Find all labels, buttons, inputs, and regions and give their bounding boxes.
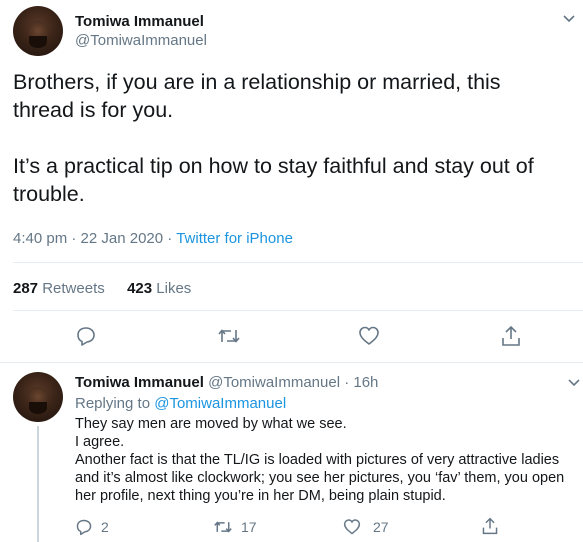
tweet-time[interactable]: 4:40 pm	[13, 230, 67, 247]
author-name[interactable]: Tomiwa Immanuel	[75, 13, 204, 30]
chevron-down-icon[interactable]	[567, 378, 581, 388]
share-icon[interactable]	[481, 516, 499, 536]
reply-action[interactable]: 2	[75, 518, 109, 536]
divider	[13, 262, 583, 263]
retweets-stat[interactable]: 287 Retweets	[13, 280, 109, 297]
like-action[interactable]: 27	[343, 518, 389, 536]
reply-text: They say men are moved by what we see. I…	[75, 415, 580, 505]
reply-icon[interactable]	[75, 325, 97, 347]
reply-icon[interactable]	[75, 518, 93, 536]
reply-text-line: her profile, next thing you’re in her DM…	[75, 488, 446, 504]
meta-separator: ·	[167, 230, 173, 247]
like-count: 27	[373, 519, 389, 535]
reply-author-avatar[interactable]	[13, 372, 63, 422]
thread-line	[37, 426, 39, 542]
tweet-text-line: thread is for you.	[13, 98, 174, 122]
replying-to-handle[interactable]: @TomiwaImmanuel	[154, 395, 286, 412]
chevron-down-icon[interactable]	[562, 14, 576, 24]
retweet-icon[interactable]	[217, 325, 241, 347]
tweet-stats: 287 Retweets 423 Likes	[13, 280, 191, 297]
tweet-text: Brothers, if you are in a relationship o…	[13, 68, 578, 208]
meta-separator: ·	[71, 230, 77, 247]
retweet-action[interactable]: 17	[213, 518, 257, 536]
tweet-text-line: Brothers, if you are in a relationship o…	[13, 70, 501, 94]
author-avatar[interactable]	[13, 6, 63, 56]
reply-count: 2	[101, 519, 109, 535]
replying-to: Replying to @TomiwaImmanuel	[75, 395, 286, 412]
likes-count: 423	[127, 280, 153, 297]
tweet-source[interactable]: Twitter for iPhone	[176, 230, 293, 247]
tweet-text-line: It’s a practical tip on how to stay fait…	[13, 154, 534, 178]
heart-icon[interactable]	[358, 325, 380, 347]
reply-author-name[interactable]: Tomiwa Immanuel	[75, 374, 204, 391]
likes-stat[interactable]: 423 Likes	[127, 280, 191, 297]
tweet-meta: 4:40 pm · 22 Jan 2020 · Twitter for iPho…	[13, 230, 293, 247]
reply-time[interactable]: 16h	[353, 374, 378, 391]
reply-text-line: and it’s almost like clockwork; you see …	[75, 470, 565, 486]
reply-header: Tomiwa Immanuel @TomiwaImmanuel · 16h	[75, 374, 378, 391]
replying-to-label: Replying to	[75, 395, 151, 412]
reply-author-handle[interactable]: @TomiwaImmanuel	[208, 374, 340, 391]
reply-text-line: I agree.	[75, 434, 125, 450]
tweet-text-line: trouble.	[13, 182, 85, 206]
tweet-date[interactable]: 22 Jan 2020	[81, 230, 164, 247]
retweet-icon[interactable]	[213, 518, 233, 536]
author-handle[interactable]: @TomiwaImmanuel	[75, 32, 207, 49]
reply-text-line: They say men are moved by what we see.	[75, 416, 347, 432]
divider	[0, 362, 583, 363]
retweet-count: 17	[241, 519, 257, 535]
meta-separator: ·	[344, 374, 350, 391]
divider	[13, 310, 583, 311]
retweets-count: 287	[13, 280, 39, 297]
share-icon[interactable]	[500, 324, 522, 348]
heart-icon[interactable]	[343, 518, 361, 536]
retweets-label: Retweets	[42, 280, 105, 297]
reply-text-line: Another fact is that the TL/IG is loaded…	[75, 452, 560, 468]
likes-label: Likes	[156, 280, 192, 297]
